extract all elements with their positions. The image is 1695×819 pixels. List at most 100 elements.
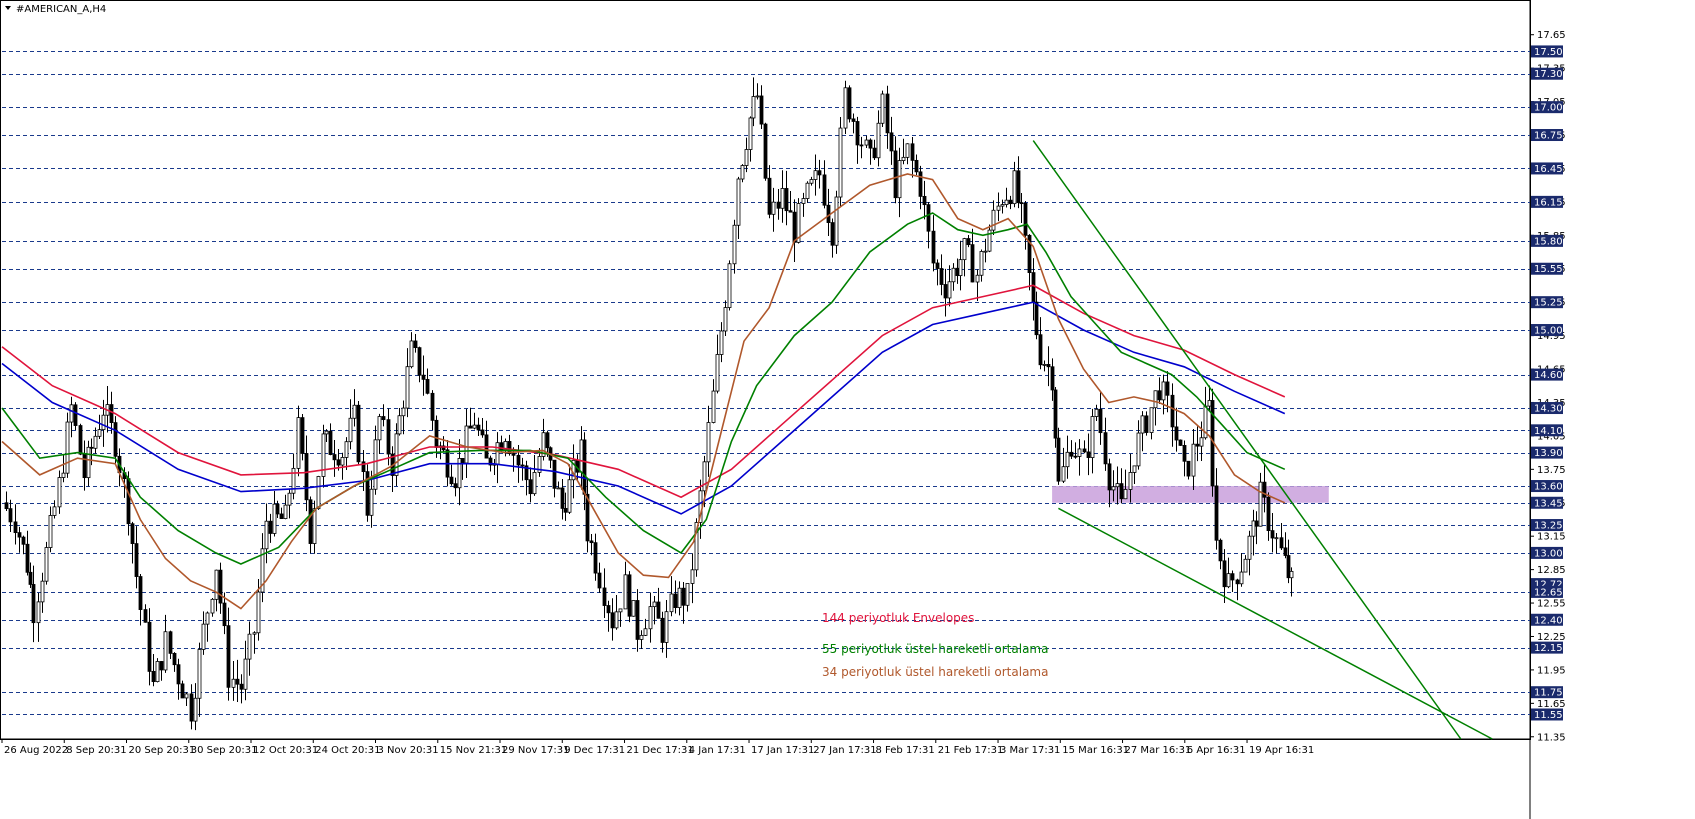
level-price-text: 13.90 xyxy=(1534,448,1563,459)
candle xyxy=(180,680,185,699)
candle xyxy=(235,659,240,702)
candle-body xyxy=(386,419,391,455)
candle xyxy=(872,139,877,161)
candle xyxy=(1123,469,1128,500)
candle xyxy=(1086,433,1091,476)
candle xyxy=(897,147,902,218)
candle xyxy=(61,454,66,483)
candle-body xyxy=(664,611,669,643)
candle-body xyxy=(205,612,210,625)
candle-body xyxy=(809,179,814,184)
candle-body xyxy=(843,87,848,129)
date-tick-label: 15 Mar 16:31 xyxy=(1062,745,1129,756)
candle-body xyxy=(776,201,781,209)
candle-body xyxy=(528,479,533,495)
candle-body xyxy=(336,459,341,466)
trendline[interactable] xyxy=(1032,140,1462,740)
candle-body xyxy=(719,330,724,355)
candle-body xyxy=(1161,381,1166,401)
candle-body xyxy=(31,584,36,624)
candle-body xyxy=(623,574,628,610)
candle xyxy=(736,176,741,240)
candle-body xyxy=(1230,573,1235,581)
candle xyxy=(979,249,984,282)
trendline[interactable] xyxy=(1058,507,1493,740)
candle xyxy=(130,521,135,564)
candle-body xyxy=(316,476,321,510)
candle-body xyxy=(275,503,280,515)
candle xyxy=(308,496,313,554)
candle-body xyxy=(1274,537,1279,540)
level-price-label: 12.40 xyxy=(1531,613,1563,626)
candle xyxy=(809,176,814,186)
candle-body xyxy=(876,122,881,159)
legend-entry: 34 periyotluk üstel hareketli ortalama xyxy=(822,665,1048,679)
candle xyxy=(268,513,273,543)
candle xyxy=(582,432,587,511)
candle-body xyxy=(943,284,948,299)
candle-body xyxy=(143,609,148,623)
candle xyxy=(660,611,665,653)
time-axis[interactable]: 26 Aug 20228 Sep 20:31 20 Sep 20:3130 Sep… xyxy=(1,739,1314,756)
level-price-text: 13.45 xyxy=(1534,498,1563,509)
candle xyxy=(987,224,992,253)
candle-body xyxy=(1207,400,1212,407)
candle-body xyxy=(606,605,611,614)
candle xyxy=(296,405,301,477)
price-tick-label: 11.35 xyxy=(1537,732,1566,743)
level-price-label: 12.65 xyxy=(1531,585,1563,598)
price-chart[interactable]: 17.6517.3517.0516.7516.4516.1515.8515.55… xyxy=(0,0,1695,819)
candle-body xyxy=(847,87,852,120)
candle-body xyxy=(1149,407,1154,433)
candle-body xyxy=(28,571,33,585)
candle-body xyxy=(669,593,674,613)
candle xyxy=(197,642,202,717)
candle-body xyxy=(901,156,906,161)
candle xyxy=(855,116,860,164)
level-price-text: 13.00 xyxy=(1534,548,1563,559)
candle-body xyxy=(740,165,745,180)
price-tick-label: 12.85 xyxy=(1537,565,1566,576)
candle xyxy=(417,346,422,383)
candle-body xyxy=(939,268,944,285)
candle-body xyxy=(970,244,975,283)
candle xyxy=(78,423,83,456)
candle xyxy=(706,405,711,477)
candle-body xyxy=(377,416,382,441)
candle-body xyxy=(480,429,485,436)
candle-body xyxy=(421,374,426,380)
candle xyxy=(1286,539,1291,584)
level-price-label: 17.00 xyxy=(1531,101,1563,114)
candle xyxy=(792,199,797,262)
chart-window[interactable]: 17.6517.3517.0516.7516.4516.1515.8515.55… xyxy=(0,0,1695,819)
candle-body xyxy=(859,144,864,147)
candle-body xyxy=(1077,448,1082,457)
price-axis[interactable]: 17.6517.3517.0516.7516.4516.1515.8515.55… xyxy=(1530,30,1566,743)
candle-body xyxy=(868,139,873,149)
level-price-label: 13.25 xyxy=(1531,519,1563,532)
candle xyxy=(457,439,462,506)
candle-body xyxy=(1086,451,1091,458)
candle-body xyxy=(1016,170,1021,204)
candle xyxy=(283,494,288,520)
candle-body xyxy=(560,487,565,509)
date-tick-label: 8 Feb 17:31 xyxy=(876,745,935,756)
level-price-label: 11.55 xyxy=(1531,708,1563,721)
chart-title: #AMERICAN_A,H4 xyxy=(16,4,106,15)
level-price-label: 12.15 xyxy=(1531,641,1563,654)
candle-body xyxy=(172,652,177,666)
candle xyxy=(48,506,53,553)
candle xyxy=(113,416,118,464)
candle xyxy=(528,467,533,503)
candle xyxy=(189,684,194,730)
candle xyxy=(176,658,181,700)
candle-body xyxy=(759,95,764,125)
candle-body xyxy=(356,404,361,463)
candle-body xyxy=(1000,204,1005,207)
candle-body xyxy=(279,513,284,520)
candle xyxy=(1031,258,1036,321)
triangle-down-icon[interactable] xyxy=(5,6,11,10)
candle xyxy=(361,450,366,491)
candle xyxy=(214,569,219,612)
candle xyxy=(817,159,822,189)
